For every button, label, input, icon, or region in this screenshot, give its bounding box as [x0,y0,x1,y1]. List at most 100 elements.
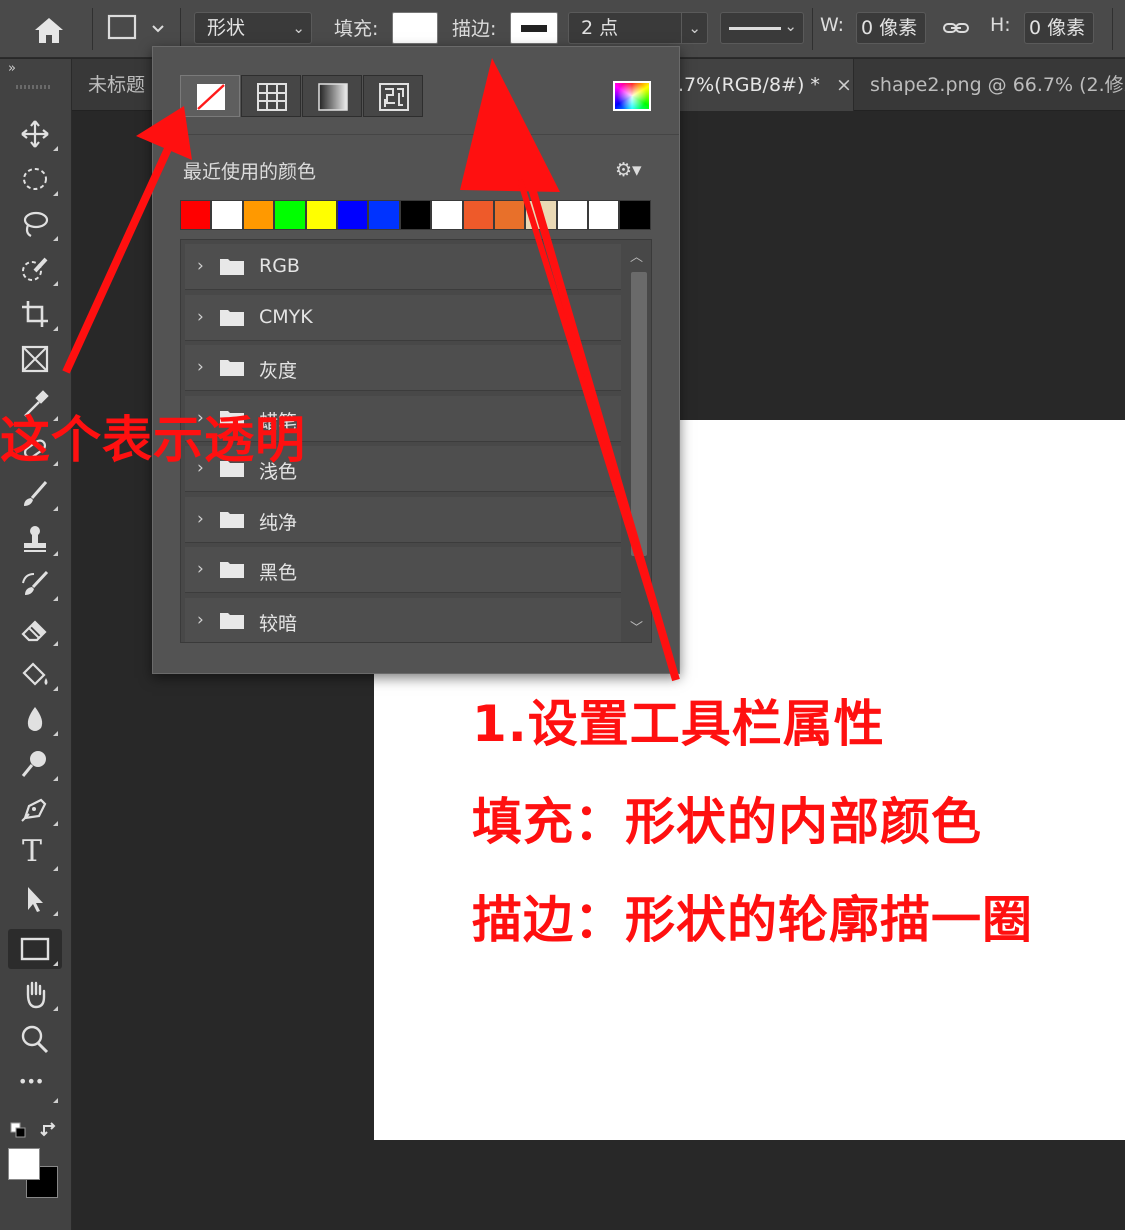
width-input[interactable]: 0 像素 [856,12,926,44]
tab-label: shape2.png @ 66.7% (2.修改 [870,74,1125,96]
recent-color-swatch[interactable] [336,200,369,230]
path-select-tool[interactable] [8,879,62,919]
frame-tool[interactable] [8,339,62,379]
swatch-group-label: 纯净 [259,512,298,534]
tool-preset-picker[interactable] [104,10,170,46]
swatch-group-label: 黑色 [259,562,298,584]
home-icon [35,18,63,43]
hand-tool[interactable] [8,974,62,1014]
recent-color-swatch[interactable] [431,200,463,230]
tab-active-document[interactable]: .7%(RGB/8#) * × [672,59,854,111]
foreground-color-swatch[interactable] [8,1148,40,1180]
chevron-down-icon: ⌄ [784,17,797,35]
stamp-tool[interactable] [8,519,62,559]
swatch-group-dark[interactable]: › 黑色 [185,547,621,593]
lasso-tool[interactable] [8,204,62,244]
quick-select-tool[interactable] [8,249,62,289]
fill-annotation: 填充：形状的内部颜色 [472,793,982,851]
recent-color-swatch[interactable] [242,200,275,230]
color-picker-button[interactable] [613,81,651,111]
rectangle-icon [107,14,164,40]
recent-color-swatch[interactable] [368,200,400,230]
recent-color-swatch[interactable] [180,200,212,230]
fill-color-popup: 最近使用的颜色 ⚙▾ › RGB › CMYK › 灰度 › 蜡笔 › 浅色 ›… [152,46,680,674]
list-scrollbar[interactable]: ︿ ﹀ [627,244,649,638]
recent-color-swatch[interactable] [493,200,526,230]
chevron-down-icon[interactable]: ﹀ [630,617,643,636]
mode-select[interactable]: 形状 ⌄ [194,12,312,44]
swatch-group-label: RGB [259,255,300,277]
stroke-label: 描边: [452,18,497,40]
more-tools[interactable]: ••• [8,1066,62,1106]
stroke-width-input[interactable]: 2 点 ⌄ [568,12,708,44]
submenu-indicator [53,236,58,241]
recent-color-swatch[interactable] [525,200,557,230]
swatch-group-grayscale[interactable]: › 灰度 [185,345,621,391]
brush-tool[interactable] [8,474,62,514]
rectangle-icon [20,937,50,961]
separator [92,8,93,50]
folder-icon [220,562,244,578]
type-tool[interactable]: T [8,834,62,874]
paint-bucket-tool[interactable] [8,654,62,694]
pattern-button[interactable] [363,75,423,117]
paint-bucket-icon [22,662,48,686]
submenu-indicator [53,506,58,511]
arrow-icon [28,887,43,912]
swatch-group-darker[interactable]: › 较暗 [185,598,621,642]
swatch-group-cmyk[interactable]: › CMYK [185,295,621,341]
recent-color-swatch[interactable] [588,200,620,230]
scroll-thumb[interactable] [631,272,647,556]
chevron-right-icon: › [197,509,204,529]
stroke-width-value: 2 点 [581,17,619,39]
recent-color-swatch[interactable] [305,200,337,230]
stroke-bar-icon [521,25,547,32]
dodge-icon [21,751,46,777]
hand-icon [26,981,46,1009]
fill-swatch-button[interactable] [392,12,438,44]
pen-tool[interactable] [8,789,62,829]
gradient-button[interactable] [302,75,362,117]
submenu-indicator [53,961,58,966]
recent-colors-row [180,200,651,230]
tab-untitled[interactable]: 未标题 [72,59,154,111]
no-color-button[interactable] [180,75,240,117]
zoom-tool[interactable] [8,1019,62,1059]
chevron-right-icon: › [197,357,204,377]
marquee-tool[interactable] [8,159,62,199]
gear-icon[interactable]: ⚙▾ [615,159,642,181]
expand-toolbar-icon[interactable]: » [8,61,16,76]
crop-tool[interactable] [8,294,62,334]
tab-shape2[interactable]: shape2.png @ 66.7% (2.修改 [854,59,1125,111]
recent-color-swatch[interactable] [619,200,651,230]
height-input[interactable]: 0 像素 [1024,12,1094,44]
stroke-type-select[interactable]: ⌄ [720,12,804,44]
blur-tool[interactable] [8,699,62,739]
recent-color-swatch[interactable] [556,200,589,230]
crop-icon [22,301,48,327]
home-button[interactable] [22,12,76,48]
toolbar-grip[interactable] [16,85,52,89]
pattern-icon [379,83,409,111]
recent-color-swatch[interactable] [211,200,243,230]
recent-color-swatch[interactable] [399,200,432,230]
recent-color-swatch[interactable] [274,200,306,230]
swatch-group-rgb[interactable]: › RGB [185,244,621,290]
swatch-group-pure[interactable]: › 纯净 [185,497,621,543]
close-icon[interactable]: × [836,74,852,96]
chevron-up-icon[interactable]: ︿ [630,246,643,265]
width-value: 0 像素 [861,17,918,39]
stroke-swatch-button[interactable] [510,12,558,44]
solid-color-button[interactable] [241,75,301,117]
dodge-tool[interactable] [8,744,62,784]
submenu-indicator [53,686,58,691]
separator [180,8,181,50]
history-brush-tool[interactable] [8,564,62,604]
move-tool[interactable] [8,114,62,154]
default-colors-button[interactable] [10,1121,60,1141]
link-dimensions-button[interactable] [942,16,970,40]
rectangle-tool[interactable] [8,929,62,969]
eraser-tool[interactable] [8,609,62,649]
recent-color-swatch[interactable] [462,200,494,230]
swatch-group-label: CMYK [259,306,313,328]
